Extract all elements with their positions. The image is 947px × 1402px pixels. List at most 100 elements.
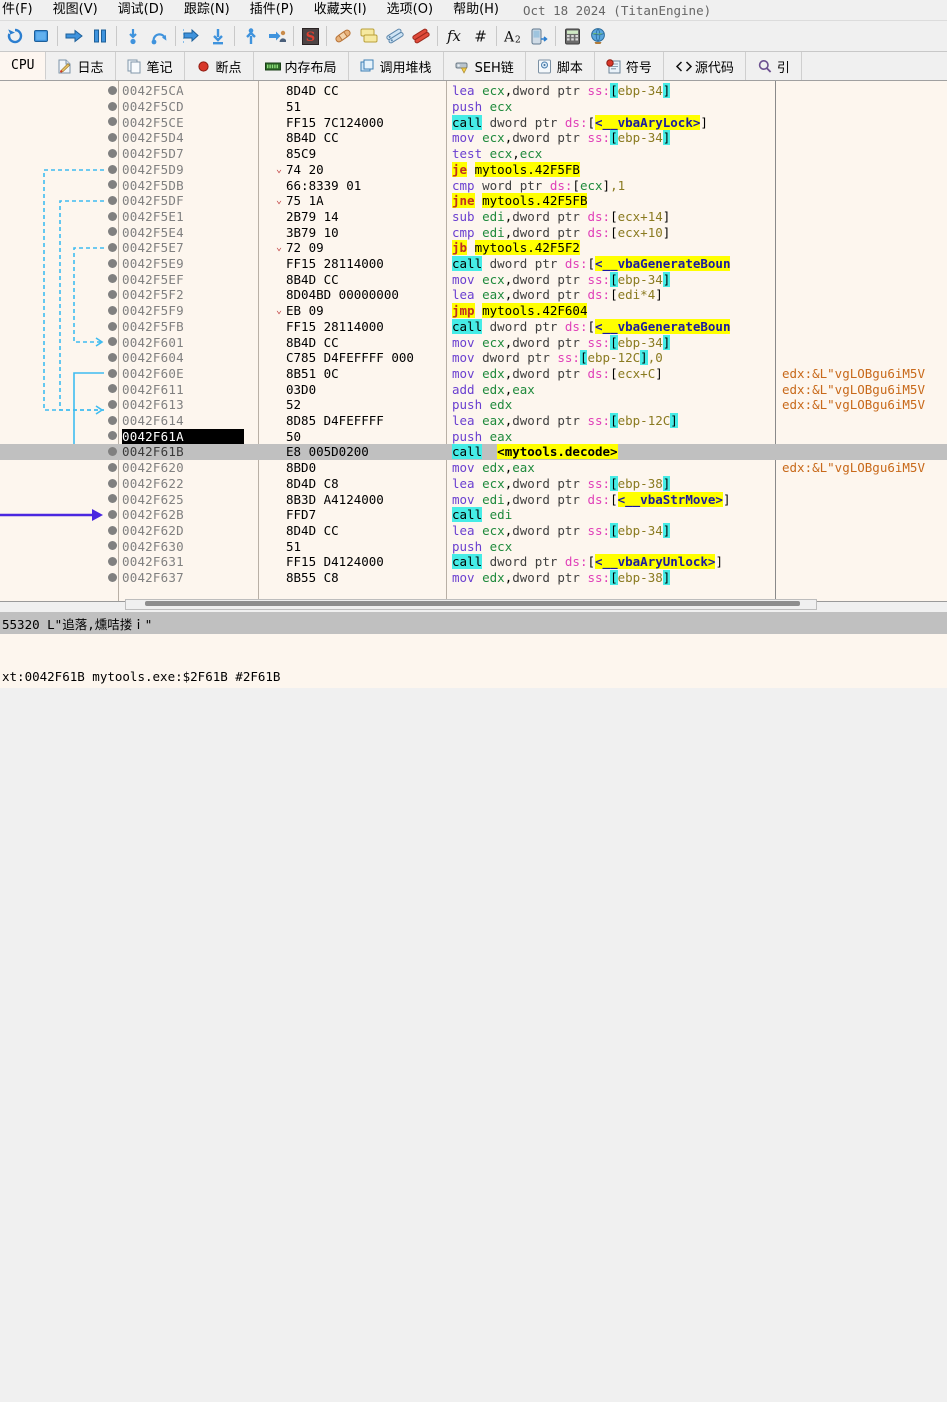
disassembly-row[interactable]: 0042F5EF 8B4D CC mov ecx,dword ptr ss:[ebp… xyxy=(0,271,947,287)
breakpoint-dot-icon[interactable] xyxy=(108,258,117,268)
disassembly-row[interactable]: 0042F622 8D4D C8 lea ecx,dword ptr ss:[ebp… xyxy=(0,475,947,492)
breakpoint-dot-icon[interactable] xyxy=(108,227,117,237)
disassembly-row[interactable]: 0042F61B E8 005D0200 call <mytools.decode> xyxy=(0,444,947,460)
breakpoint-dot-icon[interactable] xyxy=(108,164,117,174)
tab-notes[interactable]: 笔记 xyxy=(116,52,185,80)
dump-scrollbar-thumb[interactable] xyxy=(145,601,800,606)
breakpoint-dot-icon[interactable] xyxy=(108,86,117,95)
disassembly-row[interactable]: 0042F5CE FF15 7C124000 call dword ptr ds:[… xyxy=(0,114,947,130)
breakpoint-dot-icon[interactable] xyxy=(108,447,117,457)
disassembly-row[interactable]: 0042F614 8D85 D4FEFFFF lea eax,dword ptr s… xyxy=(0,413,947,429)
breakpoint-dot-icon[interactable] xyxy=(108,290,117,300)
tab-source[interactable]: 源代码 xyxy=(664,52,746,80)
disassembly-row[interactable]: 0042F601 8B4D CC mov ecx,dword ptr ss:[ebp… xyxy=(0,334,947,350)
disassembly-row[interactable]: 0042F5E4 3B79 10 cmp edi,dword ptr ds:[ecx… xyxy=(0,224,947,240)
restart-icon[interactable] xyxy=(2,23,28,49)
menu-item-trace[interactable]: 跟踪(N) xyxy=(174,0,240,20)
breakpoint-dot-icon[interactable] xyxy=(108,462,117,472)
breakpoint-dot-icon[interactable] xyxy=(108,400,117,409)
step-out-icon[interactable] xyxy=(179,23,205,49)
tab-call-stack[interactable]: 调用堆栈 xyxy=(349,52,444,80)
menu-item-options[interactable]: 选项(O) xyxy=(377,0,443,20)
disassembly-row[interactable]: 0042F613 52 push edx edx:&L"vgLOBgu6iM5V xyxy=(0,397,947,413)
disassembly-row[interactable]: 0042F5F9 ⌄ EB 09 jmp mytools.42F604 xyxy=(0,303,947,319)
disassembly-row[interactable]: 0042F5CA 8D4D CC lea ecx,dword ptr ss:[ebp… xyxy=(0,83,947,99)
breakpoint-dot-icon[interactable] xyxy=(108,195,117,205)
font-icon[interactable]: A2 xyxy=(500,23,526,49)
disassembly-row[interactable]: 0042F5E7 ⌄ 72 09 jb mytools.42F5F2 xyxy=(0,240,947,256)
breakpoint-dot-icon[interactable] xyxy=(108,415,117,425)
run-icon[interactable] xyxy=(61,23,87,49)
disassembly-row[interactable]: 0042F630 51 push ecx xyxy=(0,538,947,554)
breakpoint-dot-icon[interactable] xyxy=(108,180,117,190)
tab-script[interactable]: 脚本 xyxy=(526,52,595,80)
run-to-user-code-icon[interactable] xyxy=(264,23,290,49)
bookmark-icon[interactable] xyxy=(408,23,434,49)
disassembly-row[interactable]: 0042F631 FF15 D4124000 call dword ptr ds:[… xyxy=(0,554,947,570)
disassembly-row[interactable]: 0042F5DF ⌄ 75 1A jne mytools.42F5FB xyxy=(0,193,947,209)
disassembly-row[interactable]: 0042F5FB FF15 28114000 call dword ptr ds:[… xyxy=(0,318,947,335)
breakpoint-dot-icon[interactable] xyxy=(108,305,117,315)
trace-into-icon[interactable] xyxy=(205,23,231,49)
tab-symbols[interactable]: 符号 xyxy=(595,52,664,80)
tab-breakpoints[interactable]: 断点 xyxy=(185,52,254,80)
breakpoint-dot-icon[interactable] xyxy=(108,211,117,221)
disassembly-row[interactable]: 0042F620 8BD0 mov edx,eax edx:&L"vgLOBgu6iM… xyxy=(0,460,947,476)
breakpoint-dot-icon[interactable] xyxy=(108,368,117,378)
breakpoint-dot-icon[interactable] xyxy=(108,274,117,284)
disassembly-row[interactable]: 0042F61A 50 push eax xyxy=(0,428,947,444)
tab-memory-map[interactable]: 内存布局 xyxy=(254,52,349,80)
scylla-icon[interactable]: S xyxy=(297,23,323,49)
breakpoint-dot-icon[interactable] xyxy=(108,133,117,143)
disassembly-row[interactable]: 0042F5D7 85C9 test ecx,ecx xyxy=(0,146,947,162)
step-over-icon[interactable] xyxy=(146,23,172,49)
patch-icon[interactable] xyxy=(330,23,356,49)
breakpoint-dot-icon[interactable] xyxy=(108,148,117,158)
pane-splitter[interactable] xyxy=(0,599,947,612)
disassembly-row[interactable]: 0042F60E 8B51 0C mov edx,dword ptr ds:[ecx… xyxy=(0,366,947,382)
menu-item-plugins[interactable]: 插件(P) xyxy=(240,0,304,20)
breakpoint-dot-icon[interactable] xyxy=(108,509,117,519)
comment-icon[interactable] xyxy=(356,23,382,49)
disassembly-row[interactable]: 0042F62B FFD7 call edi xyxy=(0,507,947,523)
label-icon[interactable] xyxy=(382,23,408,49)
dump-pane[interactable] xyxy=(0,634,947,664)
disassembly-view[interactable]: 0042F5CA 8D4D CC lea ecx,dword ptr ss:[ebp… xyxy=(0,81,947,602)
stop-icon[interactable] xyxy=(28,23,54,49)
menu-item-help[interactable]: 帮助(H) xyxy=(443,0,509,20)
pause-icon[interactable] xyxy=(87,23,113,49)
calculator-icon[interactable] xyxy=(559,23,585,49)
breakpoint-dot-icon[interactable] xyxy=(108,572,117,582)
globe-icon[interactable] xyxy=(585,23,611,49)
disassembly-row[interactable]: 0042F5E1 2B79 14 sub edi,dword ptr ds:[ecx… xyxy=(0,209,947,225)
disassembly-row[interactable]: 0042F611 03D0 add edx,eax edx:&L"vgLOBgu6iM… xyxy=(0,381,947,397)
disassembly-row[interactable]: 0042F5D4 8B4D CC mov ecx,dword ptr ss:[ebp… xyxy=(0,130,947,146)
breakpoint-dot-icon[interactable] xyxy=(108,352,117,362)
disassembly-row[interactable]: 0042F62D 8D4D CC lea ecx,dword ptr ss:[ebp… xyxy=(0,522,947,539)
breakpoint-dot-icon[interactable] xyxy=(108,557,117,566)
handles-icon[interactable] xyxy=(526,23,552,49)
menu-item-view[interactable]: 视图(V) xyxy=(43,0,108,20)
disassembly-row[interactable]: 0042F637 8B55 C8 mov edx,dword ptr ss:[ebp… xyxy=(0,570,947,586)
disassembly-row[interactable]: 0042F5F2 8D04BD 00000000 lea eax,dword ptr… xyxy=(0,287,947,303)
breakpoint-dot-icon[interactable] xyxy=(108,494,117,504)
hash-icon[interactable]: # xyxy=(467,23,493,49)
tab-cpu[interactable]: CPU xyxy=(0,52,47,80)
breakpoint-dot-icon[interactable] xyxy=(108,117,117,127)
breakpoint-dot-icon[interactable] xyxy=(108,384,117,394)
breakpoint-dot-icon[interactable] xyxy=(108,243,117,252)
menu-item-file[interactable]: 件(F) xyxy=(0,0,43,20)
disassembly-row[interactable]: 0042F625 8B3D A4124000 mov edi,dword ptr d… xyxy=(0,491,947,507)
breakpoint-dot-icon[interactable] xyxy=(108,337,117,347)
breakpoint-dot-icon[interactable] xyxy=(108,101,117,111)
breakpoint-dot-icon[interactable] xyxy=(108,431,117,441)
menu-item-favourites[interactable]: 收藏夹(I) xyxy=(304,0,377,20)
menu-item-debug[interactable]: 调试(D) xyxy=(108,0,174,20)
disassembly-row[interactable]: 0042F5D9 ⌄ 74 20 je mytools.42F5FB xyxy=(0,161,947,178)
disassembly-row[interactable]: 0042F5E9 FF15 28114000 call dword ptr ds:[… xyxy=(0,256,947,272)
function-icon[interactable]: fx xyxy=(441,23,467,49)
disassembly-row[interactable]: 0042F5DB 66:8339 01 cmp word ptr ds:[ecx],… xyxy=(0,177,947,193)
disassembly-row[interactable]: 0042F604 C785 D4FEFFFF 000 mov dword ptr s… xyxy=(0,350,947,366)
tab-log[interactable]: 日志 xyxy=(46,52,116,80)
breakpoint-dot-icon[interactable] xyxy=(108,541,117,551)
